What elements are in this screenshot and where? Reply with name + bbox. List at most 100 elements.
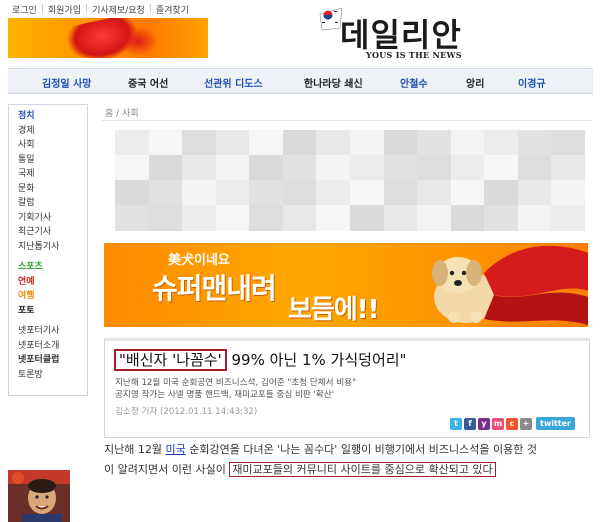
sidebar-group-news: 정치 경제 사회 통일 국제 문화 칼럼 기획기사 최근기사 지난톱기사 [18,109,87,254]
sidebar-item-news-8[interactable]: 최근기사 [18,225,87,240]
report-link[interactable]: 기사제보/요청 [88,3,149,16]
mosaic-cell [383,130,418,156]
banner-line-2: 슈퍼맨내려 [152,272,277,305]
nav-item-kim-jong-il[interactable]: 김정일 사망 [42,75,91,90]
mosaic-cell [484,205,519,231]
signup-link[interactable]: 회원가입 [44,3,85,16]
sidebar-item-news-3[interactable]: 통일 [18,153,87,168]
login-link[interactable]: 로그인 [8,3,41,16]
yozm-share-icon[interactable]: y [478,417,491,430]
article-thumbnail[interactable] [8,470,70,522]
hot-topic-nav: 김정일 사망 중국 어선 선관위 디도스 한나라당 쇄신 안철수 앙리 이경규 [8,68,593,94]
nav-item-gnp-reform[interactable]: 한나라당 쇄신 [304,75,363,90]
sidebar-item-ent-3[interactable]: 포토 [18,304,87,319]
mosaic-cell [450,130,485,156]
mosaic-cell [417,205,452,231]
divider [102,120,592,121]
sidebar-item-news-4[interactable]: 국제 [18,167,87,182]
mosaic-cell [148,155,183,181]
sidebar-item-ent-1[interactable]: 연예 [18,275,87,290]
mosaic-cell [249,155,284,181]
nav-item-henry[interactable]: 앙리 [466,75,484,90]
sidebar-item-net-1[interactable]: 넷포터소개 [18,339,87,354]
sidebar-item-news-2[interactable]: 사회 [18,138,87,153]
mosaic-cell [383,205,418,231]
sidebar-item-news-6[interactable]: 칼럼 [18,196,87,211]
mosaic-cell [551,205,586,231]
sidebar-item-net-0[interactable]: 넷포터기사 [18,324,87,339]
nav-item-ahn-cheol-soo[interactable]: 안철수 [400,75,428,90]
nav-item-lee-kyung-kyu[interactable]: 이경규 [518,75,546,90]
mosaic-cell [182,205,217,231]
mosaic-cell [350,180,385,206]
body-line: 이 알려지면서 이런 사실이 재미교포들의 커뮤니티 사이트를 중심으로 확산되… [104,460,594,480]
mosaic-cell [115,155,150,181]
mosaic-cell [282,205,317,231]
usa-link[interactable]: 미국 [165,443,185,456]
mosaic-cell [551,155,586,181]
breadcrumb: 홈 / 사회 [105,109,139,119]
me2day-share-icon[interactable]: m [492,417,505,430]
mosaic-cell [316,180,351,206]
mosaic-cell [148,180,183,206]
mosaic-cell [551,130,586,156]
site-logo[interactable]: 데일리안 YOUS IS THE NEWS [318,4,498,62]
mosaic-cell [282,180,317,206]
twitter-share-icon[interactable]: t [450,417,463,430]
sidebar-item-news-1[interactable]: 경제 [18,124,87,139]
facebook-share-icon[interactable]: f [464,417,477,430]
mosaic-cell [383,155,418,181]
mosaic-cell [383,180,418,206]
subhead-line: 지난해 12월 미국 순회공연 비즈니스석, 김어준 "초청 단체서 비용" [115,378,357,388]
mosaic-cell [215,130,250,156]
mosaic-cell [282,130,317,156]
main-promo-banner[interactable]: 美犬이네요 슈퍼맨내려 보듬에!! [104,243,588,327]
cyworld-share-icon[interactable]: c [506,417,519,430]
twitter-button[interactable]: twitter [536,417,575,430]
mosaic-cell [517,155,552,181]
mosaic-cell [148,205,183,231]
sidebar-item-net-3[interactable]: 토론방 [18,368,87,383]
mosaic-cell [350,130,385,156]
sidebar-item-ent-2[interactable]: 여행 [18,289,87,304]
headline-rest: 99% 아닌 1% 가식덩어리" [231,351,407,369]
banner-line-1: 美犬이네요 [168,253,230,268]
mosaic-cell [182,180,217,206]
sidebar-item-news-9[interactable]: 지난톱기사 [18,240,87,255]
article-subhead: 지난해 12월 미국 순회공연 비즈니스석, 김어준 "초청 단체서 비용" 공… [115,377,356,401]
mosaic-cell [517,180,552,206]
sidebar-group-entertainment: 스포츠 연예 여행 포토 [18,260,87,318]
mosaic-cell [249,180,284,206]
body-highlight: 재미교포들의 커뮤니티 사이트를 중심으로 확산되고 있다 [229,462,496,477]
sidebar-item-ent-0[interactable]: 스포츠 [18,260,87,275]
sidebar-item-net-2[interactable]: 넷포터클럽 [18,353,87,368]
pixelated-ad-area[interactable] [115,130,586,231]
share-more-icon[interactable]: + [520,417,533,430]
logo-slogan: YOUS IS THE NEWS [366,50,462,60]
sidebar-item-news-0[interactable]: 정치 [18,109,87,124]
subhead-line: 공지영 작가는 사넬 명품 핸드백, 재미교포들 중심 비판 '확산' [115,390,335,400]
mosaic-cell [115,130,150,156]
body-text-run: 지난해 12월 [104,443,166,456]
mosaic-cell [148,130,183,156]
bookmark-link[interactable]: 즐겨찾기 [152,3,193,16]
sidebar-item-news-5[interactable]: 문화 [18,182,87,197]
sidebar-group-netporter: 넷포터기사 넷포터소개 넷포터클럽 토론방 [18,324,87,382]
mosaic-cell [316,130,351,156]
mosaic-cell [282,155,317,181]
body-line: 지난해 12월 미국 순회강연을 다녀온 '나는 꼼수다' 일행이 비행기에서 … [104,440,594,460]
nav-item-nec-ddos[interactable]: 선관위 디도스 [204,75,263,90]
mosaic-cell [551,180,586,206]
red-cape-graphic [484,245,588,326]
nav-item-china-boat[interactable]: 중국 어선 [128,75,168,90]
mosaic-cell [350,155,385,181]
mosaic-cell [215,155,250,181]
top-promo-banner[interactable] [8,18,208,58]
mosaic-cell [450,155,485,181]
mosaic-cell [517,130,552,156]
headline-highlight: "배신자 '나꼼수' [114,349,227,371]
sidebar-item-news-7[interactable]: 기획기사 [18,211,87,226]
mosaic-cell [115,205,150,231]
mosaic-cell [417,180,452,206]
banner-line-3: 보듬에!! [288,295,379,325]
